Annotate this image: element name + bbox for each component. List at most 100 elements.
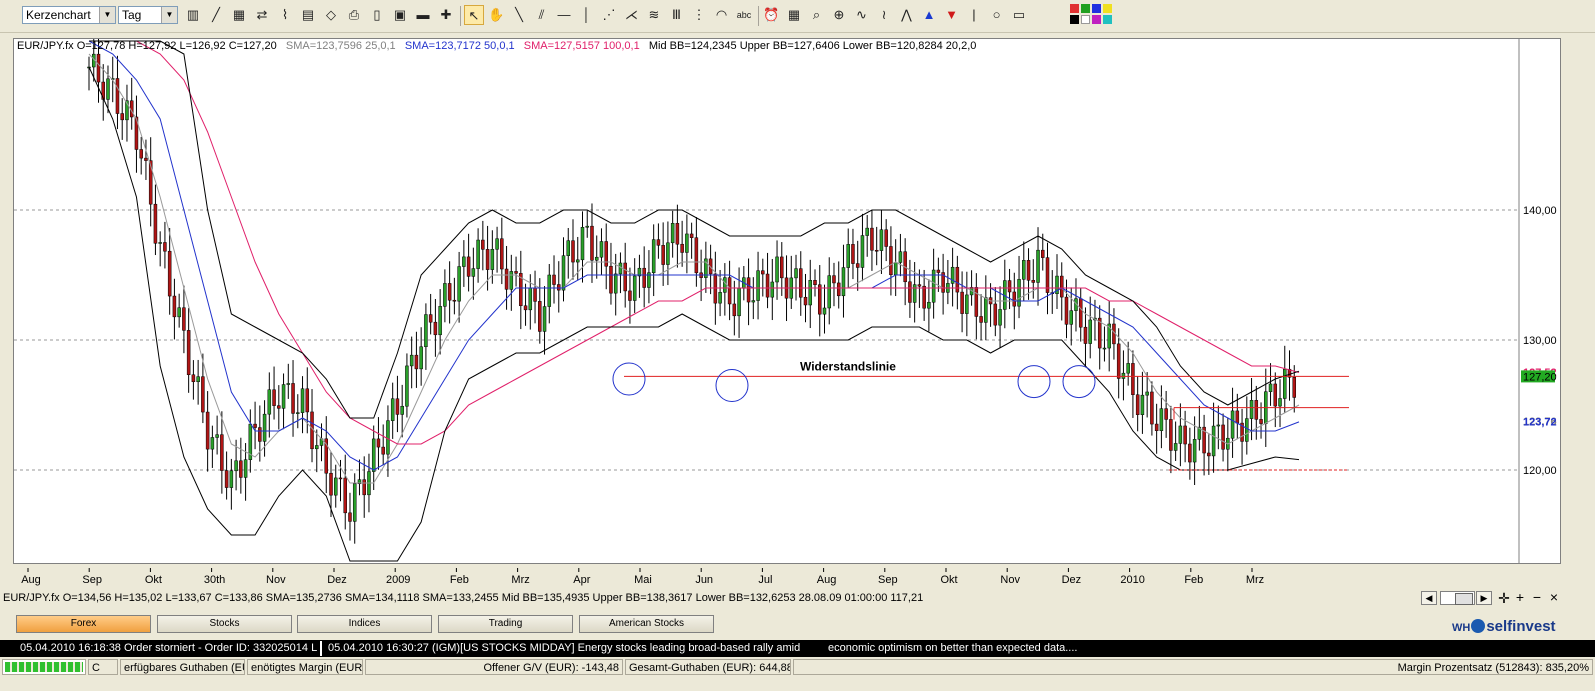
candle-body: [927, 301, 931, 309]
table-icon[interactable]: ▤: [298, 5, 318, 25]
alarm-icon[interactable]: ⏰: [762, 5, 782, 25]
scroll-track[interactable]: [1440, 591, 1475, 605]
hline-icon[interactable]: ―: [554, 5, 574, 25]
candle-body: [1178, 425, 1183, 444]
swap-icon[interactable]: ⇄: [252, 5, 272, 25]
tab-stocks[interactable]: Stocks: [157, 615, 292, 633]
hand-icon[interactable]: ✋: [487, 5, 507, 25]
chart-type-value: Kerzenchart: [26, 8, 91, 22]
search-icon[interactable]: ⌕: [807, 5, 827, 25]
candle-body: [376, 438, 381, 448]
scroll-thumb-icon[interactable]: [1455, 593, 1473, 605]
eraser-icon[interactable]: ◇: [321, 5, 341, 25]
vline-icon[interactable]: │: [577, 5, 597, 25]
fan-icon[interactable]: ⋌: [622, 5, 642, 25]
bar-chart-icon[interactable]: ▥: [183, 5, 203, 25]
toolbar-separator: [757, 6, 759, 26]
candles-icon[interactable]: ▯: [367, 5, 387, 25]
candle-body: [1283, 368, 1287, 399]
candle-body: [803, 296, 808, 306]
close-icon[interactable]: ×: [1547, 589, 1561, 605]
candle-body: [1207, 452, 1211, 457]
print-icon[interactable]: ⎙: [344, 5, 364, 25]
circle-icon[interactable]: ○: [987, 5, 1007, 25]
period-select[interactable]: Tag ▼: [118, 6, 178, 24]
candle-body: [500, 238, 504, 270]
indicator-line-sma-100: [89, 40, 1300, 445]
open-pl: Offener G/V (EUR): -143,48: [365, 659, 623, 675]
candle-body: [860, 235, 865, 268]
squiggle-icon[interactable]: ≀: [874, 5, 894, 25]
rectangle-icon[interactable]: ▭: [1009, 5, 1029, 25]
wave-icon[interactable]: ∿: [852, 5, 872, 25]
cycle-icon[interactable]: ⋮: [689, 5, 709, 25]
candle-body: [623, 262, 627, 292]
zoom-minus-icon[interactable]: −: [1530, 589, 1544, 605]
candle-body: [675, 223, 680, 245]
zoom-out-icon[interactable]: ▬: [413, 5, 433, 25]
cursor-icon[interactable]: ↖: [464, 5, 484, 25]
text-icon[interactable]: abc: [734, 5, 754, 25]
scroll-left-icon[interactable]: ◀: [1421, 591, 1437, 605]
zoom-plus-icon[interactable]: +: [1513, 589, 1527, 605]
candle-body: [542, 306, 547, 332]
candle-body: [727, 277, 732, 305]
candle-body: [1230, 410, 1235, 439]
chart-panel[interactable]: 140,00130,00120,00Widerstandslinie127,52…: [13, 38, 1561, 564]
tab-trading[interactable]: Trading: [438, 615, 573, 633]
regression-icon[interactable]: ≋: [644, 5, 664, 25]
color-palette[interactable]: [1068, 3, 1114, 27]
candle-body: [604, 241, 608, 267]
y-tick-label: 120,00: [1523, 465, 1557, 477]
candle-body: [201, 376, 205, 413]
line-chart-icon[interactable]: ╱: [206, 5, 226, 25]
chevron-down-icon[interactable]: ▼: [99, 7, 115, 23]
zigzag-icon[interactable]: ⋀: [897, 5, 917, 25]
magnify-icon[interactable]: ⊕: [829, 5, 849, 25]
arrow-down-icon[interactable]: ▼: [942, 5, 962, 25]
chart-legend: EUR/JPY.fx O=127,78 H=127,92 L=126,92 C=…: [17, 40, 976, 52]
toolbar-separator: [460, 6, 461, 26]
price-chart[interactable]: 140,00130,00120,00Widerstandslinie127,52…: [14, 39, 1560, 563]
candle-body: [765, 273, 770, 298]
candle-body: [144, 157, 148, 161]
indicator-icon[interactable]: ⌇: [275, 5, 295, 25]
tab-forex[interactable]: Forex: [16, 615, 151, 633]
tab-indices[interactable]: Indices: [297, 615, 432, 633]
candle-body: [310, 411, 314, 450]
candle-body: [1278, 398, 1282, 407]
channel-icon[interactable]: ⋰: [599, 5, 619, 25]
fib-icon[interactable]: Ⅲ: [667, 5, 687, 25]
touch-circle: [715, 369, 749, 402]
candle-body: [1045, 257, 1050, 293]
chart-type-select[interactable]: Kerzenchart ▼: [22, 6, 116, 24]
calculator-icon[interactable]: ▦: [784, 5, 804, 25]
market-tabs: Forex Stocks Indices Trading American St…: [0, 612, 1595, 637]
separator-icon[interactable]: |: [964, 5, 984, 25]
x-tick-label: Aug: [817, 574, 837, 586]
candle-body: [120, 113, 124, 121]
tab-american-stocks[interactable]: American Stocks: [579, 615, 714, 633]
monitor-icon[interactable]: ▣: [390, 5, 410, 25]
news-ticker[interactable]: 05.04.2010 16:18:38 Order storniert - Or…: [0, 640, 1595, 657]
candle-body: [305, 388, 310, 413]
candle-body: [343, 477, 347, 514]
candle-body: [210, 437, 215, 450]
grid-icon[interactable]: ▦: [229, 5, 249, 25]
candle-body: [504, 268, 509, 290]
zoom-in-icon[interactable]: ✚: [436, 5, 456, 25]
zoom-plus-icon[interactable]: ✛: [1497, 590, 1511, 606]
parallel-icon[interactable]: ⫽: [532, 5, 552, 25]
candle-body: [1245, 418, 1249, 442]
chevron-down-icon[interactable]: ▼: [161, 7, 177, 23]
candle-body: [352, 483, 357, 522]
candle-body: [163, 242, 167, 252]
arc-icon[interactable]: ◠: [712, 5, 732, 25]
scroll-right-icon[interactable]: ▶: [1476, 591, 1492, 605]
candle-body: [751, 300, 756, 303]
candle-body: [713, 273, 718, 304]
candle-body: [998, 309, 1002, 326]
line-icon[interactable]: ╲: [509, 5, 529, 25]
candle-body: [514, 271, 518, 274]
arrow-up-icon[interactable]: ▲: [919, 5, 939, 25]
